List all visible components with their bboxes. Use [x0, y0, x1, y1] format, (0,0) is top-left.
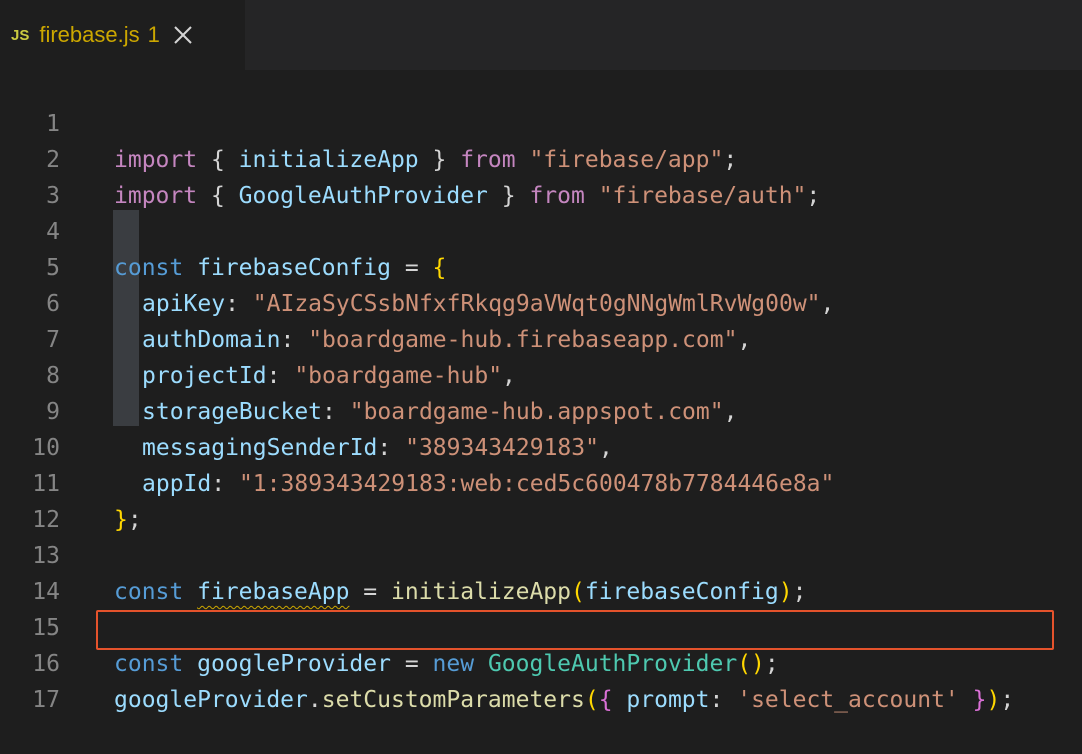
method-name: setCustomParameters: [321, 687, 585, 713]
code-editor[interactable]: 1 import { initializeApp } from "firebas…: [0, 70, 1082, 713]
brace-open: {: [598, 687, 613, 713]
code-line-5[interactable]: 5 apiKey: "AIzaSyCSsbNfxfRkqg9aVWqt0gNNg…: [0, 214, 1082, 317]
code-line-12[interactable]: 12: [0, 466, 1082, 533]
code-line-10[interactable]: 10 appId: "1:389343429183:web:ced5c60047…: [0, 394, 1082, 497]
code-line-7[interactable]: 7 projectId: "boardgame-hub",: [0, 286, 1082, 389]
brace-close: }: [958, 687, 987, 713]
tab-filename: firebase.js: [39, 22, 140, 47]
close-icon[interactable]: [172, 24, 194, 46]
object-name: googleProvider: [114, 687, 308, 713]
line-code[interactable]: googleProvider.setCustomParameters({ pro…: [114, 682, 1014, 718]
code-line-6[interactable]: 6 authDomain: "boardgame-hub.firebaseapp…: [0, 250, 1082, 353]
code-line-13[interactable]: 13 const firebaseApp = initializeApp(fir…: [0, 502, 1082, 605]
code-line-8[interactable]: 8 storageBucket: "boardgame-hub.appspot.…: [0, 322, 1082, 425]
code-line-9[interactable]: 9 messagingSenderId: "389343429183",: [0, 358, 1082, 461]
code-line-15[interactable]: 15 const googleProvider = new GoogleAuth…: [0, 574, 1082, 677]
semicolon: ;: [1000, 687, 1015, 713]
code-line-4[interactable]: 4 const firebaseConfig = {: [0, 178, 1082, 281]
dot: .: [307, 687, 322, 713]
code-line-3[interactable]: 3: [0, 142, 1082, 209]
code-line-11[interactable]: 11 };: [0, 430, 1082, 533]
paren-close: ): [986, 687, 1001, 713]
code-line-17[interactable]: 17: [0, 646, 1082, 713]
param-key: prompt: [626, 687, 710, 713]
paren-open: (: [584, 687, 599, 713]
editor-tab-bar: JS firebase.js 1: [0, 0, 1082, 70]
colon: :: [709, 687, 738, 713]
code-line-14[interactable]: 14: [0, 538, 1082, 605]
line-number: 17: [32, 687, 60, 713]
tab-firebase-js[interactable]: JS firebase.js 1: [0, 0, 245, 70]
code-line-2[interactable]: 2 import { GoogleAuthProvider } from "fi…: [0, 106, 1082, 209]
tab-problem-count: 1: [147, 22, 160, 47]
highlight-annotation-box: [96, 610, 1054, 650]
param-value: 'select_account': [737, 687, 959, 713]
javascript-file-icon: JS: [11, 26, 30, 44]
code-line-1[interactable]: 1 import { initializeApp } from "firebas…: [0, 70, 1082, 173]
